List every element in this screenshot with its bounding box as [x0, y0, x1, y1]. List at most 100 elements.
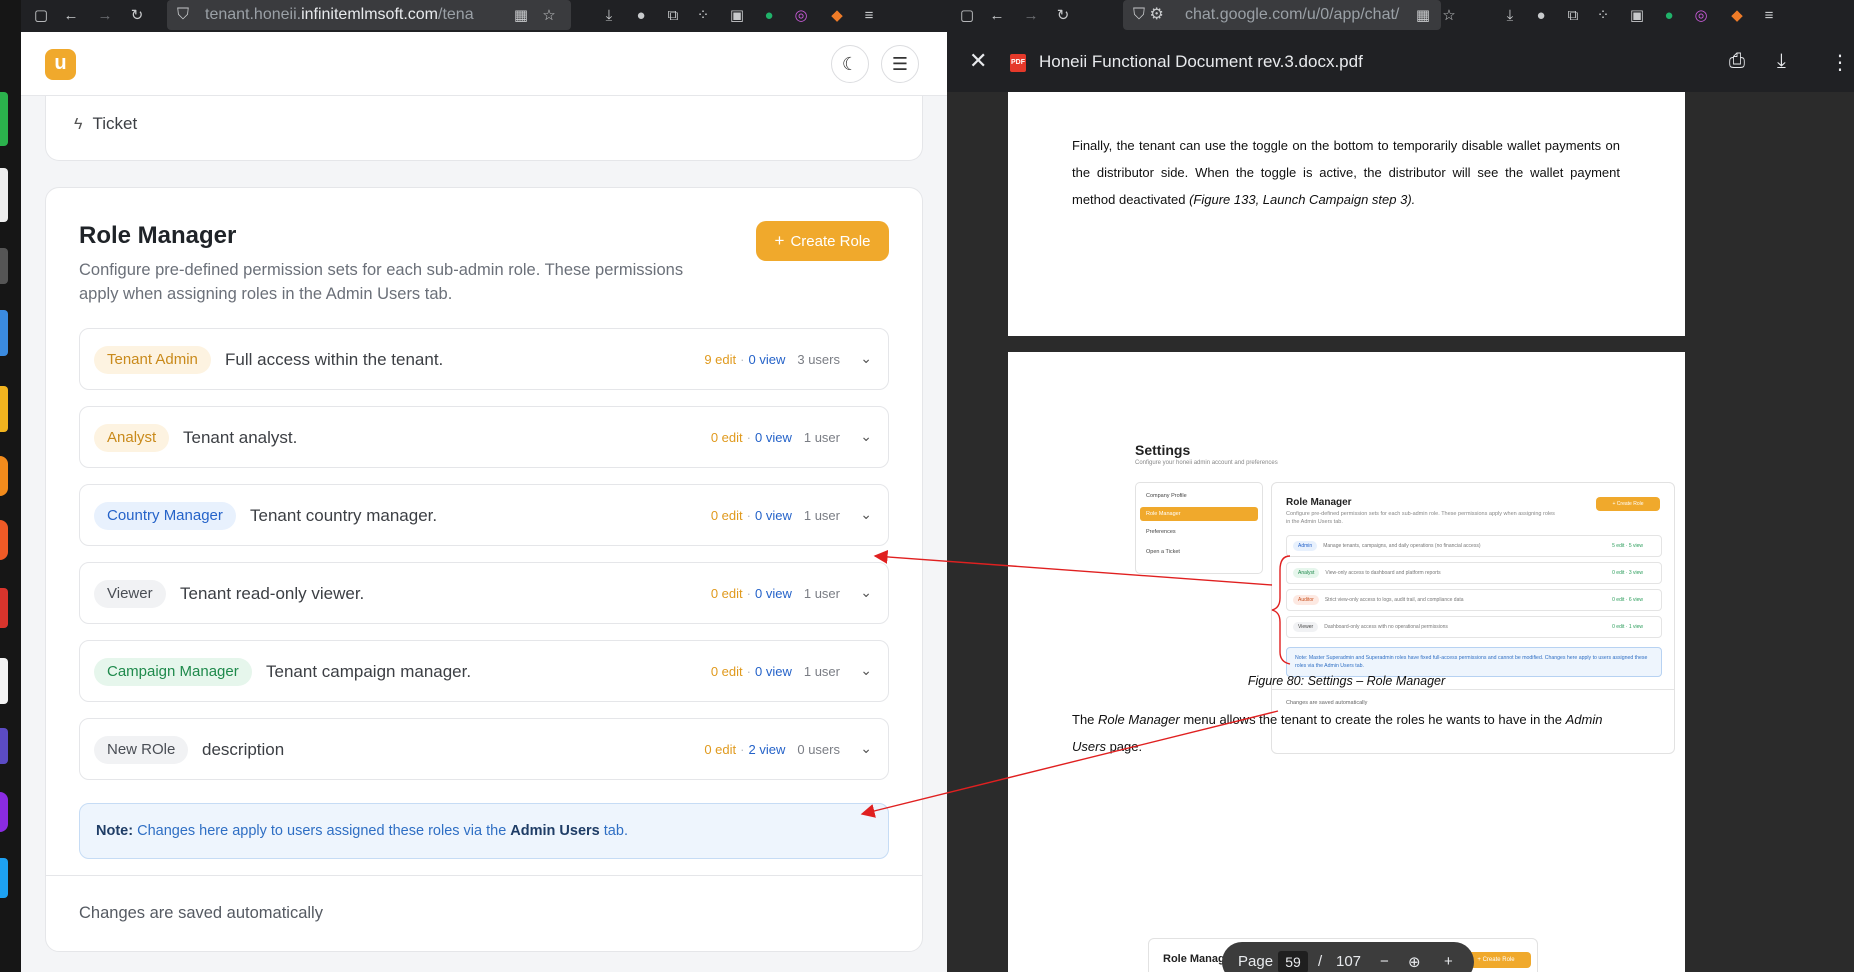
- url-path: /tena: [438, 6, 474, 23]
- page-navigation-bar: Page 59 / 107 − ⊕ +: [1222, 942, 1474, 972]
- extension-j-icon[interactable]: ●: [631, 6, 651, 26]
- view-count: 0 view: [755, 664, 792, 679]
- theme-toggle-button[interactable]: ☾: [831, 45, 869, 83]
- print-icon[interactable]: ⎙: [1729, 50, 1745, 73]
- figure-row: Auditor Strict view-only access to logs, …: [1286, 589, 1662, 611]
- settings-nav-card: ϟ Ticket: [45, 96, 923, 161]
- address-bar[interactable]: ⛉ ⚙ chat.google.com/u/0/app/chat/: [1123, 0, 1441, 30]
- fox-extension-icon[interactable]: ◆: [827, 6, 847, 26]
- card-footer: Changes are saved automatically: [46, 875, 922, 951]
- more-options-icon[interactable]: ⋮: [1830, 50, 1850, 75]
- role-description: Tenant country manager.: [250, 506, 438, 525]
- chevron-down-icon[interactable]: ⌄: [860, 350, 872, 367]
- role-manager-card: Role Manager Configure pre-defined permi…: [45, 187, 923, 952]
- browser-menu-icon[interactable]: ≡: [1759, 6, 1779, 26]
- grammarly-icon[interactable]: ●: [1659, 6, 1679, 26]
- role-description: Tenant analyst.: [183, 428, 298, 447]
- bookmark-star-icon[interactable]: ☆: [539, 6, 559, 26]
- zoom-out-icon[interactable]: −: [1380, 953, 1389, 970]
- reload-icon[interactable]: ↻: [127, 6, 147, 26]
- page-number-input[interactable]: 59: [1278, 951, 1308, 972]
- download-icon[interactable]: ⤓: [1500, 6, 1520, 26]
- pdf-paragraph: Finally, the tenant can use the toggle o…: [1072, 138, 1620, 207]
- grammarly-icon[interactable]: ●: [759, 6, 779, 26]
- zoom-in-icon[interactable]: +: [1444, 953, 1453, 970]
- role-row[interactable]: Tenant Admin Full access within the tenan…: [79, 328, 889, 390]
- pdf-page: Settings Configure your honeii admin acc…: [1008, 352, 1685, 972]
- qr-extension-icon[interactable]: ▣: [727, 6, 747, 26]
- extension-icon[interactable]: ⧉: [663, 6, 683, 26]
- figure-description: Configure pre-defined permission sets fo…: [1286, 511, 1555, 525]
- role-row[interactable]: New ROle description 0 edit · 2 view 0 users ⌄: [79, 718, 889, 780]
- pdf-paragraph: The Role Manager menu allows the tenant …: [1072, 712, 1603, 754]
- note-suffix: tab.: [603, 823, 628, 839]
- user-count: 1 user: [803, 586, 840, 601]
- pdf-file-icon: PDF: [1010, 54, 1026, 72]
- download-icon[interactable]: ⤓: [1777, 50, 1786, 73]
- role-description: Tenant read-only viewer.: [180, 584, 365, 603]
- role-row[interactable]: Country Manager Tenant country manager. 0 …: [79, 484, 889, 546]
- menu-button[interactable]: ☰: [881, 45, 919, 83]
- apps-icon[interactable]: ⁘: [693, 6, 713, 26]
- role-list: Tenant Admin Full access within the tenan…: [79, 328, 889, 796]
- figure-reference: (Figure 133, Launch Campaign step 3).: [1189, 192, 1416, 207]
- role-badge: Analyst: [94, 424, 170, 452]
- back-icon[interactable]: ←: [987, 6, 1007, 26]
- view-count: 0 view: [755, 430, 792, 445]
- apps-icon[interactable]: ⁘: [1593, 6, 1613, 26]
- separator-dot: ·: [740, 352, 745, 367]
- moon-icon: ☾: [841, 54, 859, 74]
- colorful-extension-icon[interactable]: ◎: [1691, 6, 1711, 26]
- sidebar-toggle-icon[interactable]: ▢: [957, 6, 977, 26]
- back-icon[interactable]: ←: [61, 6, 81, 26]
- create-role-button[interactable]: + Create Role: [756, 221, 889, 261]
- fox-extension-icon[interactable]: ◆: [1727, 6, 1747, 26]
- role-row[interactable]: Viewer Tenant read-only viewer. 0 edit · 0 v…: [79, 562, 889, 624]
- close-icon[interactable]: ✕: [969, 48, 987, 74]
- page-total: 107: [1336, 953, 1362, 970]
- role-permission-summary: 0 edit · 0 view 1 user: [711, 664, 840, 679]
- shield-icon: ⛉: [177, 6, 190, 23]
- url-text: chat.google.com/u/0/app/chat/: [1185, 6, 1400, 23]
- figure-row: Analyst View-only access to dashboard and…: [1286, 562, 1662, 584]
- download-icon[interactable]: ⤓: [599, 6, 619, 26]
- qr-icon[interactable]: ▦: [511, 6, 531, 26]
- role-permission-summary: 0 edit · 0 view 1 user: [711, 508, 840, 523]
- figure-sidebar-item: Open a Ticket: [1146, 549, 1180, 555]
- user-count: 1 user: [803, 664, 840, 679]
- browser-menu-icon[interactable]: ≡: [859, 6, 879, 26]
- chevron-down-icon[interactable]: ⌄: [860, 428, 872, 445]
- pdf-viewer-toolbar: ✕ PDF Honeii Functional Document rev.3.d…: [947, 32, 1854, 92]
- view-count: 0 view: [748, 352, 786, 367]
- sidebar-toggle-icon[interactable]: ▢: [31, 6, 51, 26]
- extension-icon[interactable]: ⧉: [1563, 6, 1583, 26]
- chevron-down-icon[interactable]: ⌄: [860, 662, 872, 679]
- admin-users-link[interactable]: Admin Users: [510, 823, 599, 839]
- forward-icon[interactable]: →: [95, 6, 115, 26]
- role-description: Full access within the tenant.: [225, 350, 444, 369]
- sidebar-item-ticket[interactable]: ϟ Ticket: [74, 114, 137, 134]
- create-role-label: Create Role: [790, 233, 871, 250]
- chevron-down-icon[interactable]: ⌄: [860, 584, 872, 601]
- zoom-icon[interactable]: ⊕: [1408, 953, 1421, 971]
- edit-count: 0 edit: [704, 742, 737, 757]
- figure-settings-subtitle: Configure your honeii admin account and …: [1135, 460, 1278, 466]
- role-permission-summary: 9 edit · 0 view 3 users: [704, 352, 840, 367]
- note-text: Changes here apply to users assigned the…: [137, 823, 507, 839]
- edit-count: 9 edit: [704, 352, 737, 367]
- lightning-icon: ϟ: [74, 116, 83, 133]
- role-row[interactable]: Campaign Manager Tenant campaign manager.…: [79, 640, 889, 702]
- colorful-extension-icon[interactable]: ◎: [791, 6, 811, 26]
- role-description: Tenant campaign manager.: [266, 662, 472, 681]
- bookmark-star-icon[interactable]: ☆: [1439, 6, 1459, 26]
- forward-icon[interactable]: →: [1021, 6, 1041, 26]
- honeii-logo[interactable]: u: [45, 49, 76, 80]
- extension-j-icon[interactable]: ●: [1531, 6, 1551, 26]
- chevron-down-icon[interactable]: ⌄: [860, 506, 872, 523]
- chevron-down-icon[interactable]: ⌄: [860, 740, 872, 757]
- qr-icon[interactable]: ▦: [1413, 6, 1433, 26]
- qr-extension-icon[interactable]: ▣: [1627, 6, 1647, 26]
- pdf-title: Honeii Functional Document rev.3.docx.pd…: [1039, 52, 1363, 71]
- role-row[interactable]: Analyst Tenant analyst. 0 edit · 0 view 1 use…: [79, 406, 889, 468]
- reload-icon[interactable]: ↻: [1053, 6, 1073, 26]
